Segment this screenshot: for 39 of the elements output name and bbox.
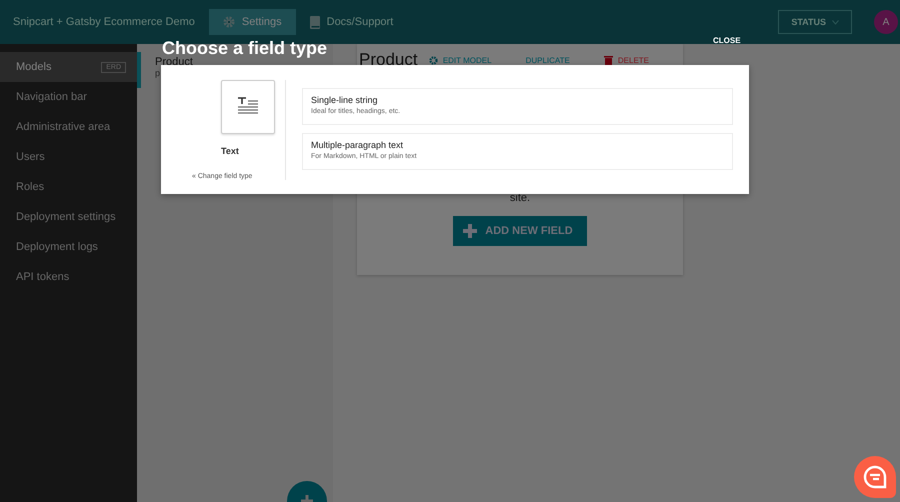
model-subtitle: p xyxy=(155,68,162,78)
sidebar-item[interactable]: Navigation bar xyxy=(0,82,137,112)
nav-tab[interactable]: Settings xyxy=(208,9,296,35)
card-text: site. xyxy=(510,192,530,204)
plus-icon xyxy=(463,224,478,238)
app-title: Snipcart + Gatsby Ecommerce Demo xyxy=(12,16,196,28)
close-button[interactable]: CLOSE xyxy=(710,34,744,47)
edit-button[interactable]: EDIT MODEL xyxy=(428,56,492,64)
sidebar-label: Administrative area xyxy=(16,121,110,133)
avatar[interactable]: A xyxy=(874,10,898,34)
sidebar-label: API tokens xyxy=(16,271,70,283)
sidebar-label: Roles xyxy=(16,181,44,193)
add-field-button[interactable]: ADD NEW FIELD xyxy=(453,216,587,246)
model-title: Product xyxy=(155,56,194,68)
status-button[interactable]: STATUS xyxy=(778,10,852,34)
field-type-label: Text xyxy=(220,146,239,156)
sidebar-label: Models xyxy=(16,61,52,73)
model-heading: Product xyxy=(358,50,419,70)
chevron-icon xyxy=(832,20,839,24)
sidebar-label: Users xyxy=(16,151,45,163)
sidebar-item[interactable]: Deployment logs xyxy=(0,232,137,262)
modal-title: Choose a field type xyxy=(162,37,328,58)
delete-button[interactable]: DELETE xyxy=(604,55,649,65)
gear-icon xyxy=(428,56,438,64)
sidebar-label: Deployment settings xyxy=(16,211,116,223)
sidebar-item[interactable]: Users xyxy=(0,142,137,172)
text-field-icon xyxy=(221,80,275,134)
sidebar-label: Navigation bar xyxy=(16,91,87,103)
chat-icon xyxy=(863,465,887,489)
trash-icon xyxy=(604,55,613,65)
duplicate-button[interactable]: DUPLICATE xyxy=(526,56,570,64)
sidebar-item[interactable]: Administrative area xyxy=(0,112,137,142)
nav-tab[interactable]: Docs/Support xyxy=(296,9,408,35)
sidebar-item[interactable]: Roles xyxy=(0,172,137,202)
sidebar-item[interactable]: Deployment settings xyxy=(0,202,137,232)
sidebar-item[interactable]: API tokens xyxy=(0,262,137,292)
gear-icon xyxy=(222,16,235,28)
book-icon xyxy=(310,16,320,28)
sidebar-label: Deployment logs xyxy=(16,241,98,253)
